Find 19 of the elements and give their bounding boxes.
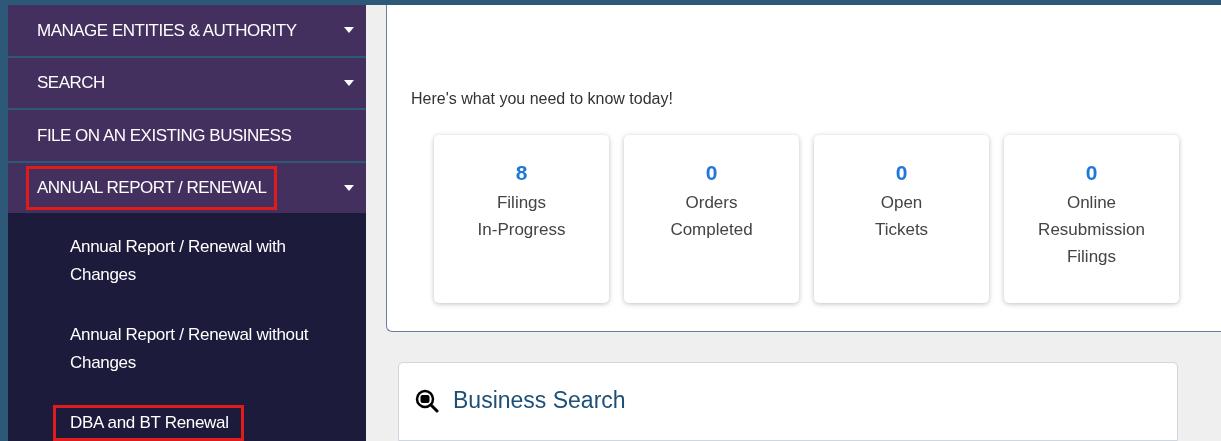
stat-label: Orders Completed: [670, 192, 753, 241]
stat-card[interactable]: 0 Orders Completed: [624, 135, 799, 303]
stat-card[interactable]: 8 Filings In-Progress: [434, 135, 609, 303]
stat-count: 0: [895, 160, 908, 186]
section-title[interactable]: Business Search: [453, 383, 626, 418]
stat-label: Open Tickets: [874, 192, 929, 241]
stat-card[interactable]: 0 Open Tickets: [814, 135, 989, 303]
submenu-item[interactable]: Annual Report / Renewal with Changes: [53, 229, 346, 293]
stat-count: 0: [705, 160, 718, 186]
intro-text: Here's what you need to know today!: [411, 89, 674, 109]
stat-label: Filings In-Progress: [477, 192, 566, 241]
submenu-item[interactable]: Annual Report / Renewal without Changes: [53, 317, 346, 381]
stat-count: 0: [1085, 160, 1098, 186]
stat-label: Online Resubmission Filings: [1038, 192, 1145, 268]
stat-card[interactable]: 0 Online Resubmission Filings: [1004, 135, 1179, 303]
menu-item[interactable]: ANNUAL REPORT / RENEWAL: [26, 166, 278, 210]
submenu-item[interactable]: DBA and BT Renewal: [53, 405, 244, 441]
search-icon: [415, 388, 439, 413]
stat-count: 8: [515, 160, 528, 186]
